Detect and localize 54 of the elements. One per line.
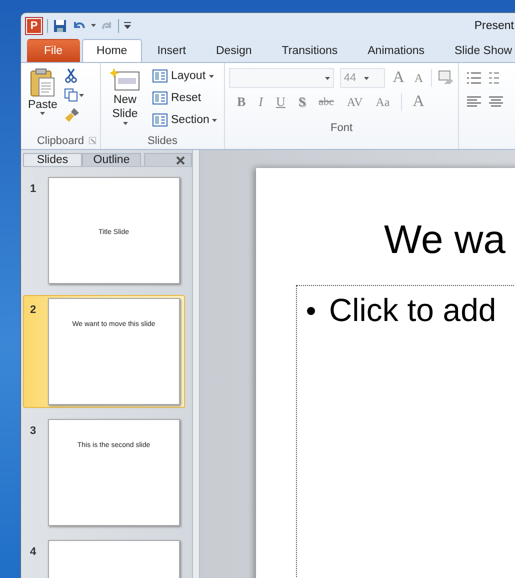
- ribbon-tab[interactable]: Design: [200, 39, 267, 62]
- ribbon-tab[interactable]: Insert: [142, 39, 201, 62]
- slide-number: 2: [30, 303, 38, 318]
- customize-icon[interactable]: [124, 22, 131, 29]
- app-logo[interactable]: P: [26, 18, 42, 34]
- section-icon: [152, 113, 168, 127]
- caret-icon: [91, 24, 96, 27]
- panel-tab[interactable]: Slides: [23, 153, 82, 166]
- reset-icon: [152, 91, 168, 105]
- ribbon-tab[interactable]: Home: [82, 39, 142, 62]
- clipboard-icon: [30, 68, 56, 98]
- slide-list-item[interactable]: 4: [23, 537, 185, 578]
- numbering-icon[interactable]: [489, 72, 499, 84]
- slide-command[interactable]: Section: [149, 110, 220, 130]
- copy-icon[interactable]: [64, 88, 84, 102]
- new-slide-icon: [110, 68, 140, 92]
- close-icon[interactable]: [176, 156, 185, 164]
- slide-number: 3: [30, 424, 38, 439]
- slide-command[interactable]: Reset: [149, 88, 220, 108]
- caret-icon: [324, 76, 330, 80]
- brush-icon[interactable]: [64, 107, 80, 123]
- launcher-icon[interactable]: [89, 137, 96, 144]
- ribbon-tab[interactable]: Slide Show: [440, 39, 515, 62]
- eraser-icon[interactable]: [438, 70, 454, 86]
- layout-icon: [152, 69, 168, 83]
- paste-button[interactable]: Paste: [25, 66, 60, 132]
- caret-icon: [208, 74, 214, 78]
- placeholder-text: Click to add: [329, 292, 496, 329]
- caret-icon: [364, 76, 370, 80]
- group-label: Clipboard: [25, 132, 96, 149]
- slide-number: 1: [30, 182, 38, 197]
- align-left-icon[interactable]: [467, 96, 481, 108]
- bullet-icon: [307, 307, 315, 315]
- new-slide-button[interactable]: New Slide: [105, 66, 145, 132]
- save-icon[interactable]: [53, 18, 67, 32]
- content-placeholder[interactable]: Click to add: [296, 285, 515, 578]
- file-tab[interactable]: File: [27, 39, 80, 62]
- window-title: Present: [474, 20, 515, 32]
- bullets-icon[interactable]: [467, 72, 481, 84]
- slide-title[interactable]: We wa: [256, 218, 515, 263]
- panel-tab[interactable]: Outline: [82, 153, 141, 166]
- align-center-icon[interactable]: [489, 96, 503, 108]
- slide-number: 4: [30, 545, 38, 560]
- caret-icon: [122, 122, 128, 125]
- ribbon-tab[interactable]: Transitions: [266, 39, 353, 62]
- shrink-font-button[interactable]: A: [412, 70, 426, 86]
- slide-command[interactable]: Layout: [149, 66, 220, 86]
- caret-icon: [212, 118, 218, 122]
- ribbon-tab[interactable]: Animations: [352, 39, 440, 62]
- group-label: Font: [329, 120, 354, 136]
- caret-icon: [40, 112, 46, 115]
- scissors-icon[interactable]: [64, 68, 78, 83]
- font-name-field[interactable]: [229, 68, 334, 88]
- group-label: Slides: [146, 134, 178, 148]
